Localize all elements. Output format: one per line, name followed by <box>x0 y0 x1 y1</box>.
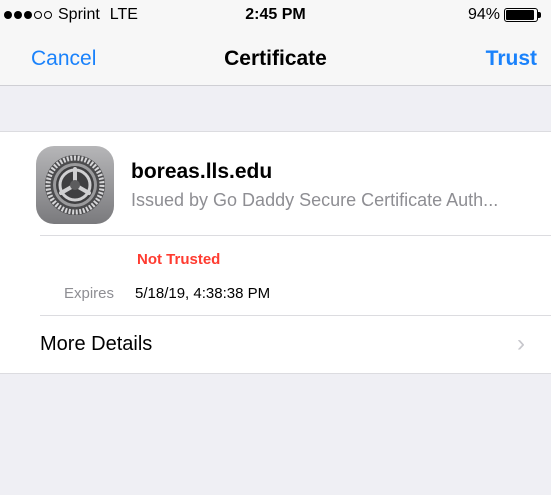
expires-value: 5/18/19, 4:38:38 PM <box>135 285 271 302</box>
expires-label: Expires <box>64 285 115 302</box>
trust-status: Not Trusted <box>137 251 221 268</box>
battery-icon <box>504 8 541 22</box>
certificate-name: boreas.lls.edu <box>131 160 273 183</box>
battery-body <box>504 8 538 22</box>
navigation-bar: Cancel Certificate Trust <box>0 34 551 86</box>
battery-percent: 94% <box>467 6 500 23</box>
trust-button[interactable]: Trust <box>486 47 537 71</box>
status-right: 94% <box>468 6 541 24</box>
settings-gear-icon <box>36 146 114 224</box>
more-details-label: More Details <box>40 333 153 355</box>
more-details-row[interactable]: More Details › <box>0 316 551 374</box>
battery-tip <box>538 12 541 18</box>
divider <box>40 235 551 236</box>
page-title: Certificate <box>224 47 327 70</box>
certificate-issuer: Issued by Go Daddy Secure Certificate Au… <box>131 190 499 210</box>
certificate-card: boreas.lls.edu Issued by Go Daddy Secure… <box>0 131 551 374</box>
status-bar: Sprint LTE 2:45 PM 94% <box>0 0 551 34</box>
chevron-right-icon: › <box>517 330 525 357</box>
battery-fill <box>506 10 535 20</box>
